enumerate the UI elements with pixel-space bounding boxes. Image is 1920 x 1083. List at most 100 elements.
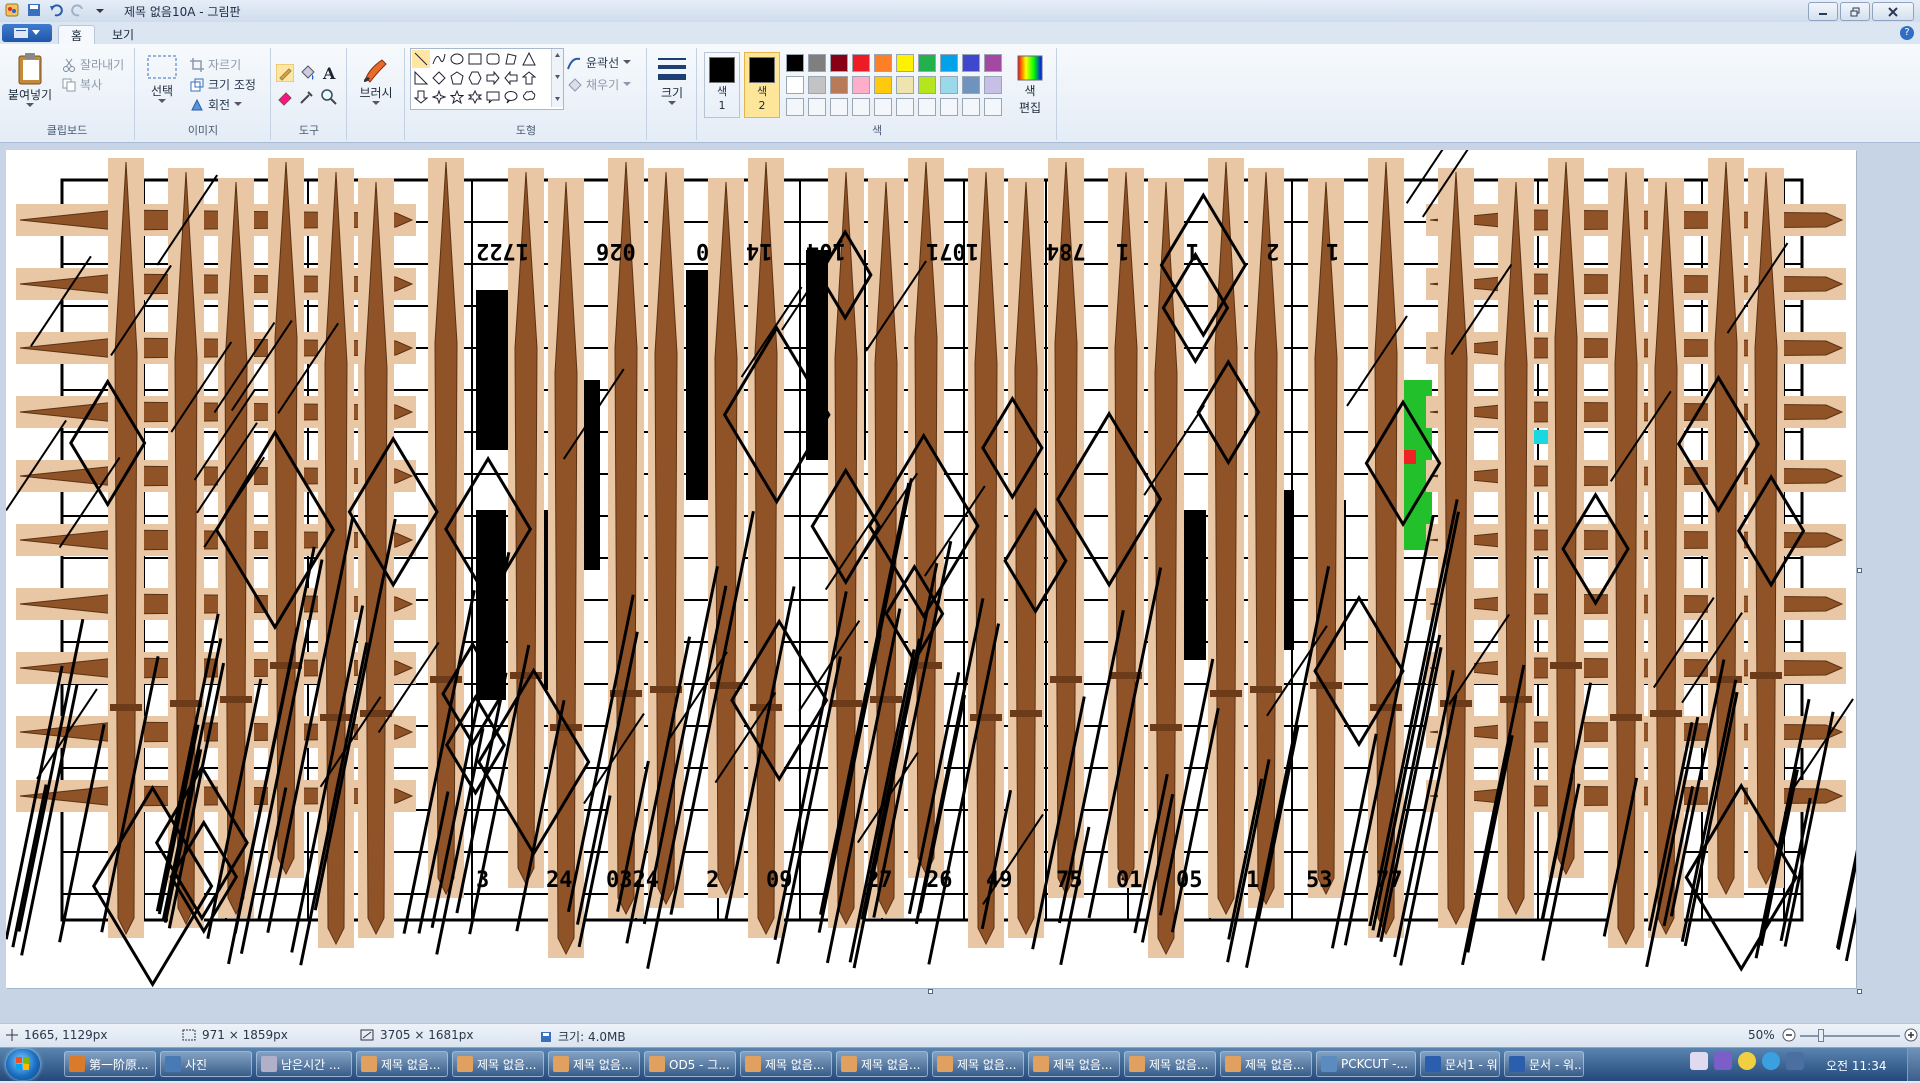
- shape-triangle-icon[interactable]: [520, 50, 538, 68]
- taskbar-button[interactable]: 제목 없음...: [1124, 1051, 1216, 1077]
- color-swatch[interactable]: [962, 54, 980, 72]
- color-swatch[interactable]: [786, 76, 804, 94]
- empty-custom-color-swatch[interactable]: [918, 98, 936, 116]
- tray-app-icon[interactable]: [1690, 1052, 1708, 1070]
- color-swatch[interactable]: [852, 54, 870, 72]
- cut-button[interactable]: 잘라내기: [62, 56, 124, 73]
- undo-icon[interactable]: [48, 2, 64, 18]
- save-icon[interactable]: [26, 2, 42, 18]
- color-picker-icon[interactable]: [298, 88, 316, 106]
- taskbar-button[interactable]: 제목 없음...: [1220, 1051, 1312, 1077]
- color-swatch[interactable]: [984, 76, 1002, 94]
- empty-custom-color-swatch[interactable]: [830, 98, 848, 116]
- tray-network-icon[interactable]: [1762, 1052, 1780, 1070]
- taskbar-button[interactable]: 제목 없음...: [356, 1051, 448, 1077]
- empty-custom-color-swatch[interactable]: [874, 98, 892, 116]
- taskbar-button[interactable]: 제목 없음...: [836, 1051, 928, 1077]
- select-button[interactable]: 선택: [142, 54, 182, 104]
- shape-four-point-star-icon[interactable]: [430, 88, 448, 106]
- fill-button[interactable]: 채우기: [566, 76, 632, 93]
- shape-polygon-icon[interactable]: [502, 50, 520, 68]
- shape-five-point-star-icon[interactable]: [448, 88, 466, 106]
- redo-icon[interactable]: [70, 2, 86, 18]
- close-button[interactable]: [1872, 2, 1914, 21]
- fill-bucket-icon[interactable]: [298, 64, 316, 82]
- shape-rectangle-icon[interactable]: [466, 50, 484, 68]
- resize-handle-corner[interactable]: [1857, 989, 1862, 994]
- taskbar-button[interactable]: OD5 - 그...: [644, 1051, 736, 1077]
- zoom-out-button[interactable]: [1782, 1028, 1796, 1042]
- shape-down-arrow-icon[interactable]: [412, 88, 430, 106]
- help-icon[interactable]: ?: [1900, 26, 1914, 40]
- color-swatch[interactable]: [786, 54, 804, 72]
- copy-button[interactable]: 복사: [62, 76, 102, 93]
- color-swatch[interactable]: [896, 54, 914, 72]
- crop-button[interactable]: 자르기: [190, 56, 241, 73]
- tray-media-icon[interactable]: [1714, 1052, 1732, 1070]
- empty-custom-color-swatch[interactable]: [940, 98, 958, 116]
- color-swatch[interactable]: [984, 54, 1002, 72]
- shape-callout-rect-icon[interactable]: [484, 88, 502, 106]
- taskbar-button[interactable]: PCKCUT -...: [1316, 1051, 1416, 1077]
- magnifier-icon[interactable]: [320, 88, 338, 106]
- shape-oval-icon[interactable]: [448, 50, 466, 68]
- shape-right-triangle-icon[interactable]: [412, 69, 430, 87]
- taskbar-button[interactable]: 제목 없음...: [740, 1051, 832, 1077]
- shape-rounded-rect-icon[interactable]: [484, 50, 502, 68]
- resize-handle-bottom[interactable]: [928, 989, 933, 994]
- color-swatch[interactable]: [940, 54, 958, 72]
- eraser-icon[interactable]: [276, 88, 294, 106]
- shape-six-point-star-icon[interactable]: [466, 88, 484, 106]
- taskbar-clock[interactable]: 오전 11:34: [1826, 1057, 1886, 1074]
- shape-line-icon[interactable]: [412, 50, 430, 68]
- color-swatch[interactable]: [918, 54, 936, 72]
- paint-app-icon[interactable]: [4, 2, 20, 18]
- color-swatch[interactable]: [896, 76, 914, 94]
- color-swatch[interactable]: [940, 76, 958, 94]
- tray-speaker-icon[interactable]: [1786, 1052, 1804, 1070]
- shape-left-arrow-icon[interactable]: [502, 69, 520, 87]
- start-button[interactable]: [6, 1049, 40, 1080]
- taskbar-button[interactable]: 사진: [160, 1051, 252, 1077]
- shape-pentagon-icon[interactable]: [448, 69, 466, 87]
- taskbar-button[interactable]: 제목 없음...: [1028, 1051, 1120, 1077]
- color-swatch[interactable]: [808, 76, 826, 94]
- brush-button[interactable]: 브러시: [354, 54, 398, 106]
- drawing-canvas[interactable]: 1722 026 0 14 104 1071 784 1 1 2 1 3 24 0324 2 09 27 26 4…: [6, 150, 1856, 988]
- taskbar-button[interactable]: 제목 없음...: [548, 1051, 640, 1077]
- color-swatch[interactable]: [874, 54, 892, 72]
- color-swatch[interactable]: [918, 76, 936, 94]
- color-swatch[interactable]: [830, 54, 848, 72]
- empty-custom-color-swatch[interactable]: [896, 98, 914, 116]
- empty-custom-color-swatch[interactable]: [852, 98, 870, 116]
- resize-button[interactable]: 크기 조정: [190, 76, 256, 93]
- zoom-in-button[interactable]: [1904, 1028, 1918, 1042]
- color-swatch[interactable]: [962, 76, 980, 94]
- color-swatch[interactable]: [808, 54, 826, 72]
- shape-diamond-icon[interactable]: [430, 69, 448, 87]
- taskbar-button[interactable]: 남은시간 ...: [256, 1051, 352, 1077]
- empty-custom-color-swatch[interactable]: [808, 98, 826, 116]
- zoom-slider-track[interactable]: [1800, 1035, 1900, 1037]
- empty-custom-color-swatch[interactable]: [984, 98, 1002, 116]
- shapes-scroll[interactable]: [551, 49, 563, 107]
- shape-hexagon-icon[interactable]: [466, 69, 484, 87]
- customize-qat-icon[interactable]: [92, 2, 108, 18]
- tray-smiley-icon[interactable]: [1738, 1052, 1756, 1070]
- paste-button[interactable]: 붙여넣기: [6, 52, 54, 108]
- outline-button[interactable]: 윤곽선: [566, 54, 632, 71]
- rotate-button[interactable]: 회전: [190, 96, 243, 113]
- application-menu-button[interactable]: [2, 24, 52, 42]
- taskbar-button[interactable]: 제목 없음...: [452, 1051, 544, 1077]
- edit-colors-button[interactable]: 색 편집: [1010, 54, 1050, 116]
- shape-callout-cloud-icon[interactable]: [520, 88, 538, 106]
- show-desktop-button[interactable]: [1907, 1048, 1920, 1081]
- color-swatch[interactable]: [874, 76, 892, 94]
- zoom-slider-thumb[interactable]: [1818, 1029, 1824, 1042]
- color-swatch[interactable]: [830, 76, 848, 94]
- size-button[interactable]: 크기: [652, 54, 692, 106]
- resize-handle-right[interactable]: [1857, 568, 1862, 573]
- taskbar-button[interactable]: 문서1 - 워...: [1420, 1051, 1500, 1077]
- empty-custom-color-swatch[interactable]: [786, 98, 804, 116]
- empty-custom-color-swatch[interactable]: [962, 98, 980, 116]
